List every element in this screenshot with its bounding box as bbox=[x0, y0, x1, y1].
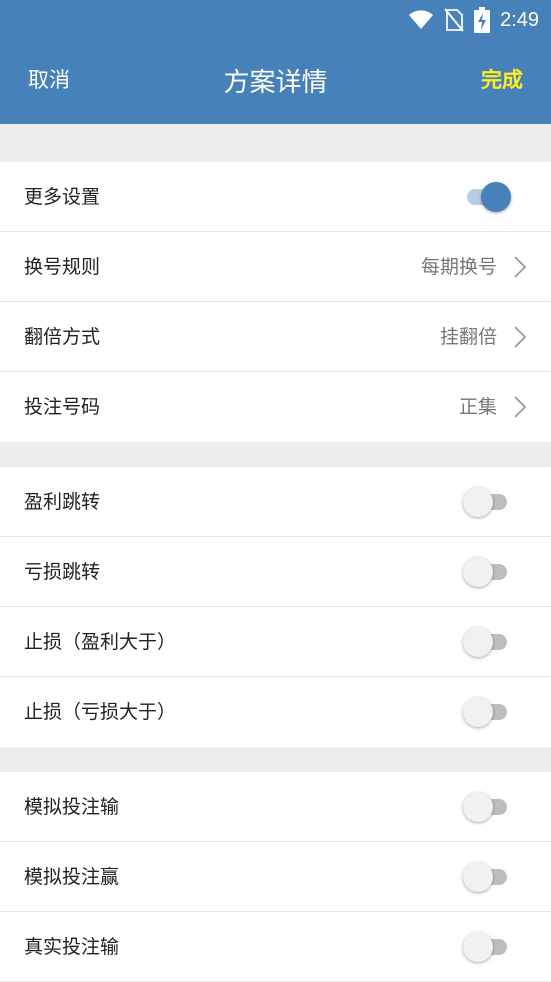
loss-jump-toggle[interactable] bbox=[463, 557, 511, 587]
status-bar: 2:49 bbox=[408, 6, 539, 34]
setting-row-loss-jump[interactable]: 亏损跳转 bbox=[0, 537, 551, 607]
toggle-knob bbox=[463, 557, 493, 587]
setting-label: 翻倍方式 bbox=[24, 326, 101, 348]
toggle-knob bbox=[463, 792, 493, 822]
setting-label: 模拟投注输 bbox=[24, 796, 120, 818]
sim-lose-toggle[interactable] bbox=[463, 792, 511, 822]
setting-value: 每期换号 bbox=[420, 256, 497, 278]
setting-label: 止损（盈利大于） bbox=[24, 631, 177, 653]
setting-label: 真实投注输 bbox=[24, 936, 120, 958]
setting-label: 换号规则 bbox=[24, 256, 101, 278]
setting-label: 盈利跳转 bbox=[24, 491, 101, 513]
done-button[interactable]: 完成 bbox=[481, 64, 523, 94]
setting-label: 更多设置 bbox=[24, 186, 101, 208]
toggle-knob bbox=[463, 697, 493, 727]
battery-charging-icon bbox=[474, 7, 491, 33]
toggle-knob bbox=[463, 627, 493, 657]
status-time: 2:49 bbox=[500, 8, 539, 31]
chevron-right-icon bbox=[514, 396, 527, 418]
app-header: 2:49 取消 方案详情 完成 bbox=[0, 0, 551, 124]
setting-row-sim-lose[interactable]: 模拟投注输 bbox=[0, 772, 551, 842]
setting-value: 挂翻倍 bbox=[439, 326, 497, 348]
chevron-right-icon bbox=[514, 256, 527, 278]
setting-row-multiply-mode[interactable]: 翻倍方式 挂翻倍 bbox=[0, 302, 551, 372]
toggle-knob bbox=[463, 862, 493, 892]
setting-row-bet-numbers[interactable]: 投注号码 正集 bbox=[0, 372, 551, 442]
real-lose-toggle[interactable] bbox=[463, 932, 511, 962]
setting-row-stop-loss[interactable]: 止损（亏损大于） bbox=[0, 677, 551, 747]
setting-row-more-settings[interactable]: 更多设置 bbox=[0, 162, 551, 232]
settings-group-3: 模拟投注输 模拟投注赢 真实投注输 bbox=[0, 772, 551, 981]
toggle-knob bbox=[463, 932, 493, 962]
setting-label: 止损（亏损大于） bbox=[24, 701, 177, 723]
chevron-right-icon bbox=[514, 326, 527, 348]
setting-label: 投注号码 bbox=[24, 396, 101, 418]
setting-row-profit-jump[interactable]: 盈利跳转 bbox=[0, 467, 551, 537]
setting-row-real-lose[interactable]: 真实投注输 bbox=[0, 912, 551, 982]
stop-profit-toggle[interactable] bbox=[463, 627, 511, 657]
setting-label: 亏损跳转 bbox=[24, 561, 101, 583]
settings-group-2: 盈利跳转 亏损跳转 止损（盈利大于） 止损（亏损大于） bbox=[0, 467, 551, 747]
more-settings-toggle[interactable] bbox=[463, 182, 511, 212]
setting-row-sim-win[interactable]: 模拟投注赢 bbox=[0, 842, 551, 912]
no-sim-icon bbox=[444, 8, 464, 32]
setting-label: 模拟投注赢 bbox=[24, 866, 120, 888]
setting-row-switch-rule[interactable]: 换号规则 每期换号 bbox=[0, 232, 551, 302]
stop-loss-toggle[interactable] bbox=[463, 697, 511, 727]
setting-row-stop-profit[interactable]: 止损（盈利大于） bbox=[0, 607, 551, 677]
toggle-knob bbox=[463, 487, 493, 517]
profit-jump-toggle[interactable] bbox=[463, 487, 511, 517]
toggle-knob bbox=[481, 182, 511, 212]
wifi-icon bbox=[409, 10, 434, 29]
setting-value: 正集 bbox=[458, 396, 497, 418]
page-title: 方案详情 bbox=[223, 68, 328, 98]
settings-group-1: 更多设置 换号规则 每期换号 翻倍方式 挂翻倍 投注号码 正集 bbox=[0, 162, 551, 442]
sim-win-toggle[interactable] bbox=[463, 862, 511, 892]
